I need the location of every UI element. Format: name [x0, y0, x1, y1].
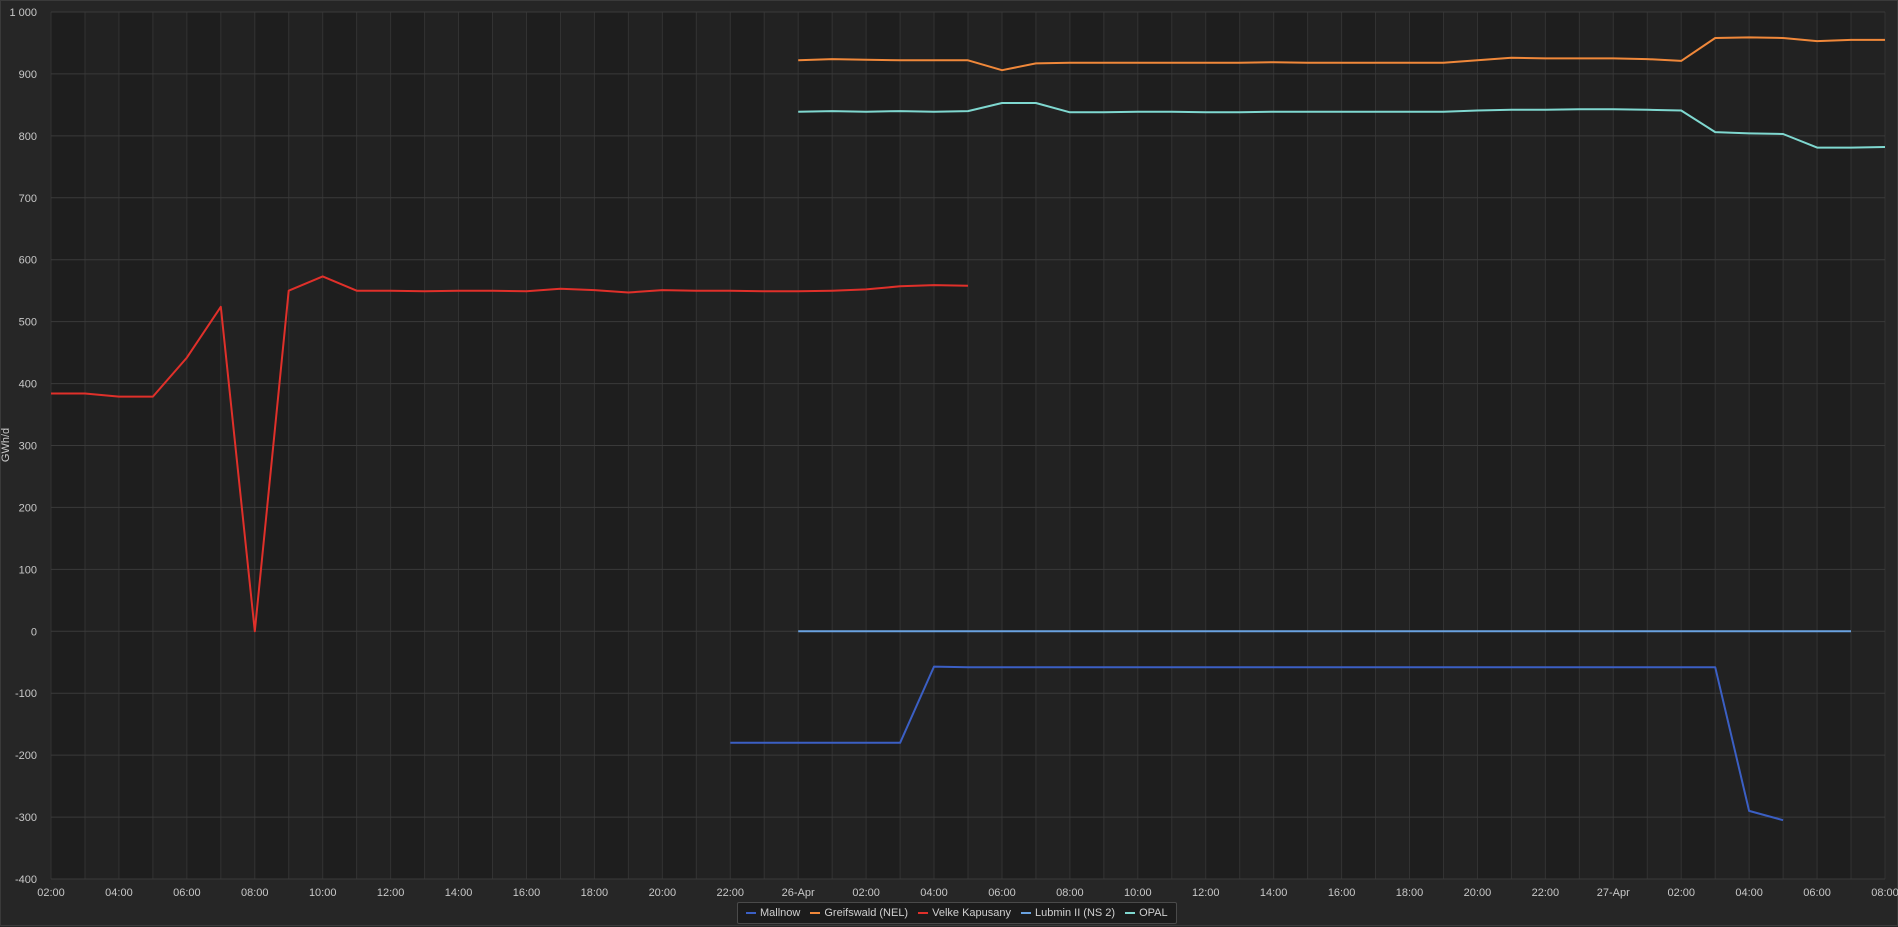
x-tick-label: 18:00 — [1396, 887, 1424, 899]
y-tick-label: 400 — [19, 379, 37, 391]
x-tick-label: 08:00 — [1871, 887, 1898, 899]
y-tick-label: -100 — [15, 688, 37, 700]
legend-item[interactable]: Lubmin II (NS 2) — [1021, 907, 1115, 919]
line-chart: -400 -300 -200 -100 0 100 200 300 400 500 600 700 80… — [1, 7, 1898, 899]
legend-label: Mallnow — [760, 907, 801, 919]
x-tick-label: 02:00 — [852, 887, 880, 899]
x-tick-label: 06:00 — [1803, 887, 1831, 899]
y-tick-label: 800 — [19, 131, 37, 143]
y-tick-label: -400 — [15, 874, 37, 886]
x-tick-label: 20:00 — [1464, 887, 1492, 899]
legend-label: Greifswald (NEL) — [824, 907, 909, 919]
y-tick-label: 0 — [31, 626, 37, 638]
y-tick-label: -200 — [15, 750, 37, 762]
x-tick-labels: 02:00 04:00 06:00 08:00 10:00 12:00 14:00 16:00… — [37, 887, 1898, 899]
x-tick-label: 14:00 — [445, 887, 473, 899]
y-tick-label: 200 — [19, 502, 37, 514]
chart-frame: -400 -300 -200 -100 0 100 200 300 400 500 600 700 80… — [0, 0, 1898, 926]
x-tick-label: 02:00 — [37, 887, 65, 899]
y-tick-labels: -400 -300 -200 -100 0 100 200 300 400 500 600 700 80… — [9, 7, 37, 886]
x-tick-label: 06:00 — [988, 887, 1016, 899]
legend-label: Velke Kapusany — [932, 907, 1011, 919]
legend-swatch — [918, 912, 929, 914]
x-tick-label: 27-Apr — [1597, 887, 1630, 899]
x-tick-label: 22:00 — [716, 887, 744, 899]
legend-swatch — [810, 912, 821, 914]
legend-item[interactable]: OPAL — [1125, 907, 1168, 919]
legend-swatch — [1021, 912, 1031, 914]
x-tick-label: 10:00 — [1124, 887, 1152, 899]
x-tick-label: 10:00 — [309, 887, 337, 899]
y-tick-label: 900 — [19, 69, 37, 81]
y-axis-title: GWh/d — [1, 428, 12, 462]
y-tick-label: 300 — [19, 441, 37, 453]
legend-item[interactable]: Velke Kapusany — [918, 907, 1011, 919]
x-tick-label: 20:00 — [649, 887, 677, 899]
x-tick-label: 14:00 — [1260, 887, 1288, 899]
x-tick-label: 04:00 — [920, 887, 948, 899]
y-tick-label: -300 — [15, 812, 37, 824]
x-tick-label: 04:00 — [1735, 887, 1763, 899]
x-tick-label: 02:00 — [1667, 887, 1695, 899]
legend-swatch — [1125, 912, 1136, 914]
x-tick-label: 18:00 — [581, 887, 609, 899]
y-tick-label: 700 — [19, 193, 37, 205]
y-tick-label: 100 — [19, 564, 37, 576]
x-tick-label: 12:00 — [377, 887, 405, 899]
x-tick-label: 04:00 — [105, 887, 133, 899]
x-tick-label: 16:00 — [1328, 887, 1356, 899]
y-tick-label: 1 000 — [9, 7, 37, 19]
legend-label: OPAL — [1139, 907, 1168, 919]
x-tick-label: 12:00 — [1192, 887, 1220, 899]
x-tick-label: 26-Apr — [782, 887, 815, 899]
y-tick-label: 600 — [19, 255, 37, 267]
x-tick-label: 22:00 — [1532, 887, 1560, 899]
legend: Mallnow Greifswald (NEL) Velke Kapusany Lub… — [737, 902, 1177, 924]
x-tick-label: 16:00 — [513, 887, 541, 899]
y-tick-label: 500 — [19, 317, 37, 329]
legend-label: Lubmin II (NS 2) — [1035, 907, 1116, 919]
x-tick-label: 08:00 — [241, 887, 269, 899]
legend-item[interactable]: Greifswald (NEL) — [810, 907, 908, 919]
x-tick-label: 06:00 — [173, 887, 201, 899]
legend-item[interactable]: Mallnow — [746, 907, 800, 919]
x-tick-label: 08:00 — [1056, 887, 1084, 899]
legend-swatch — [746, 912, 756, 914]
